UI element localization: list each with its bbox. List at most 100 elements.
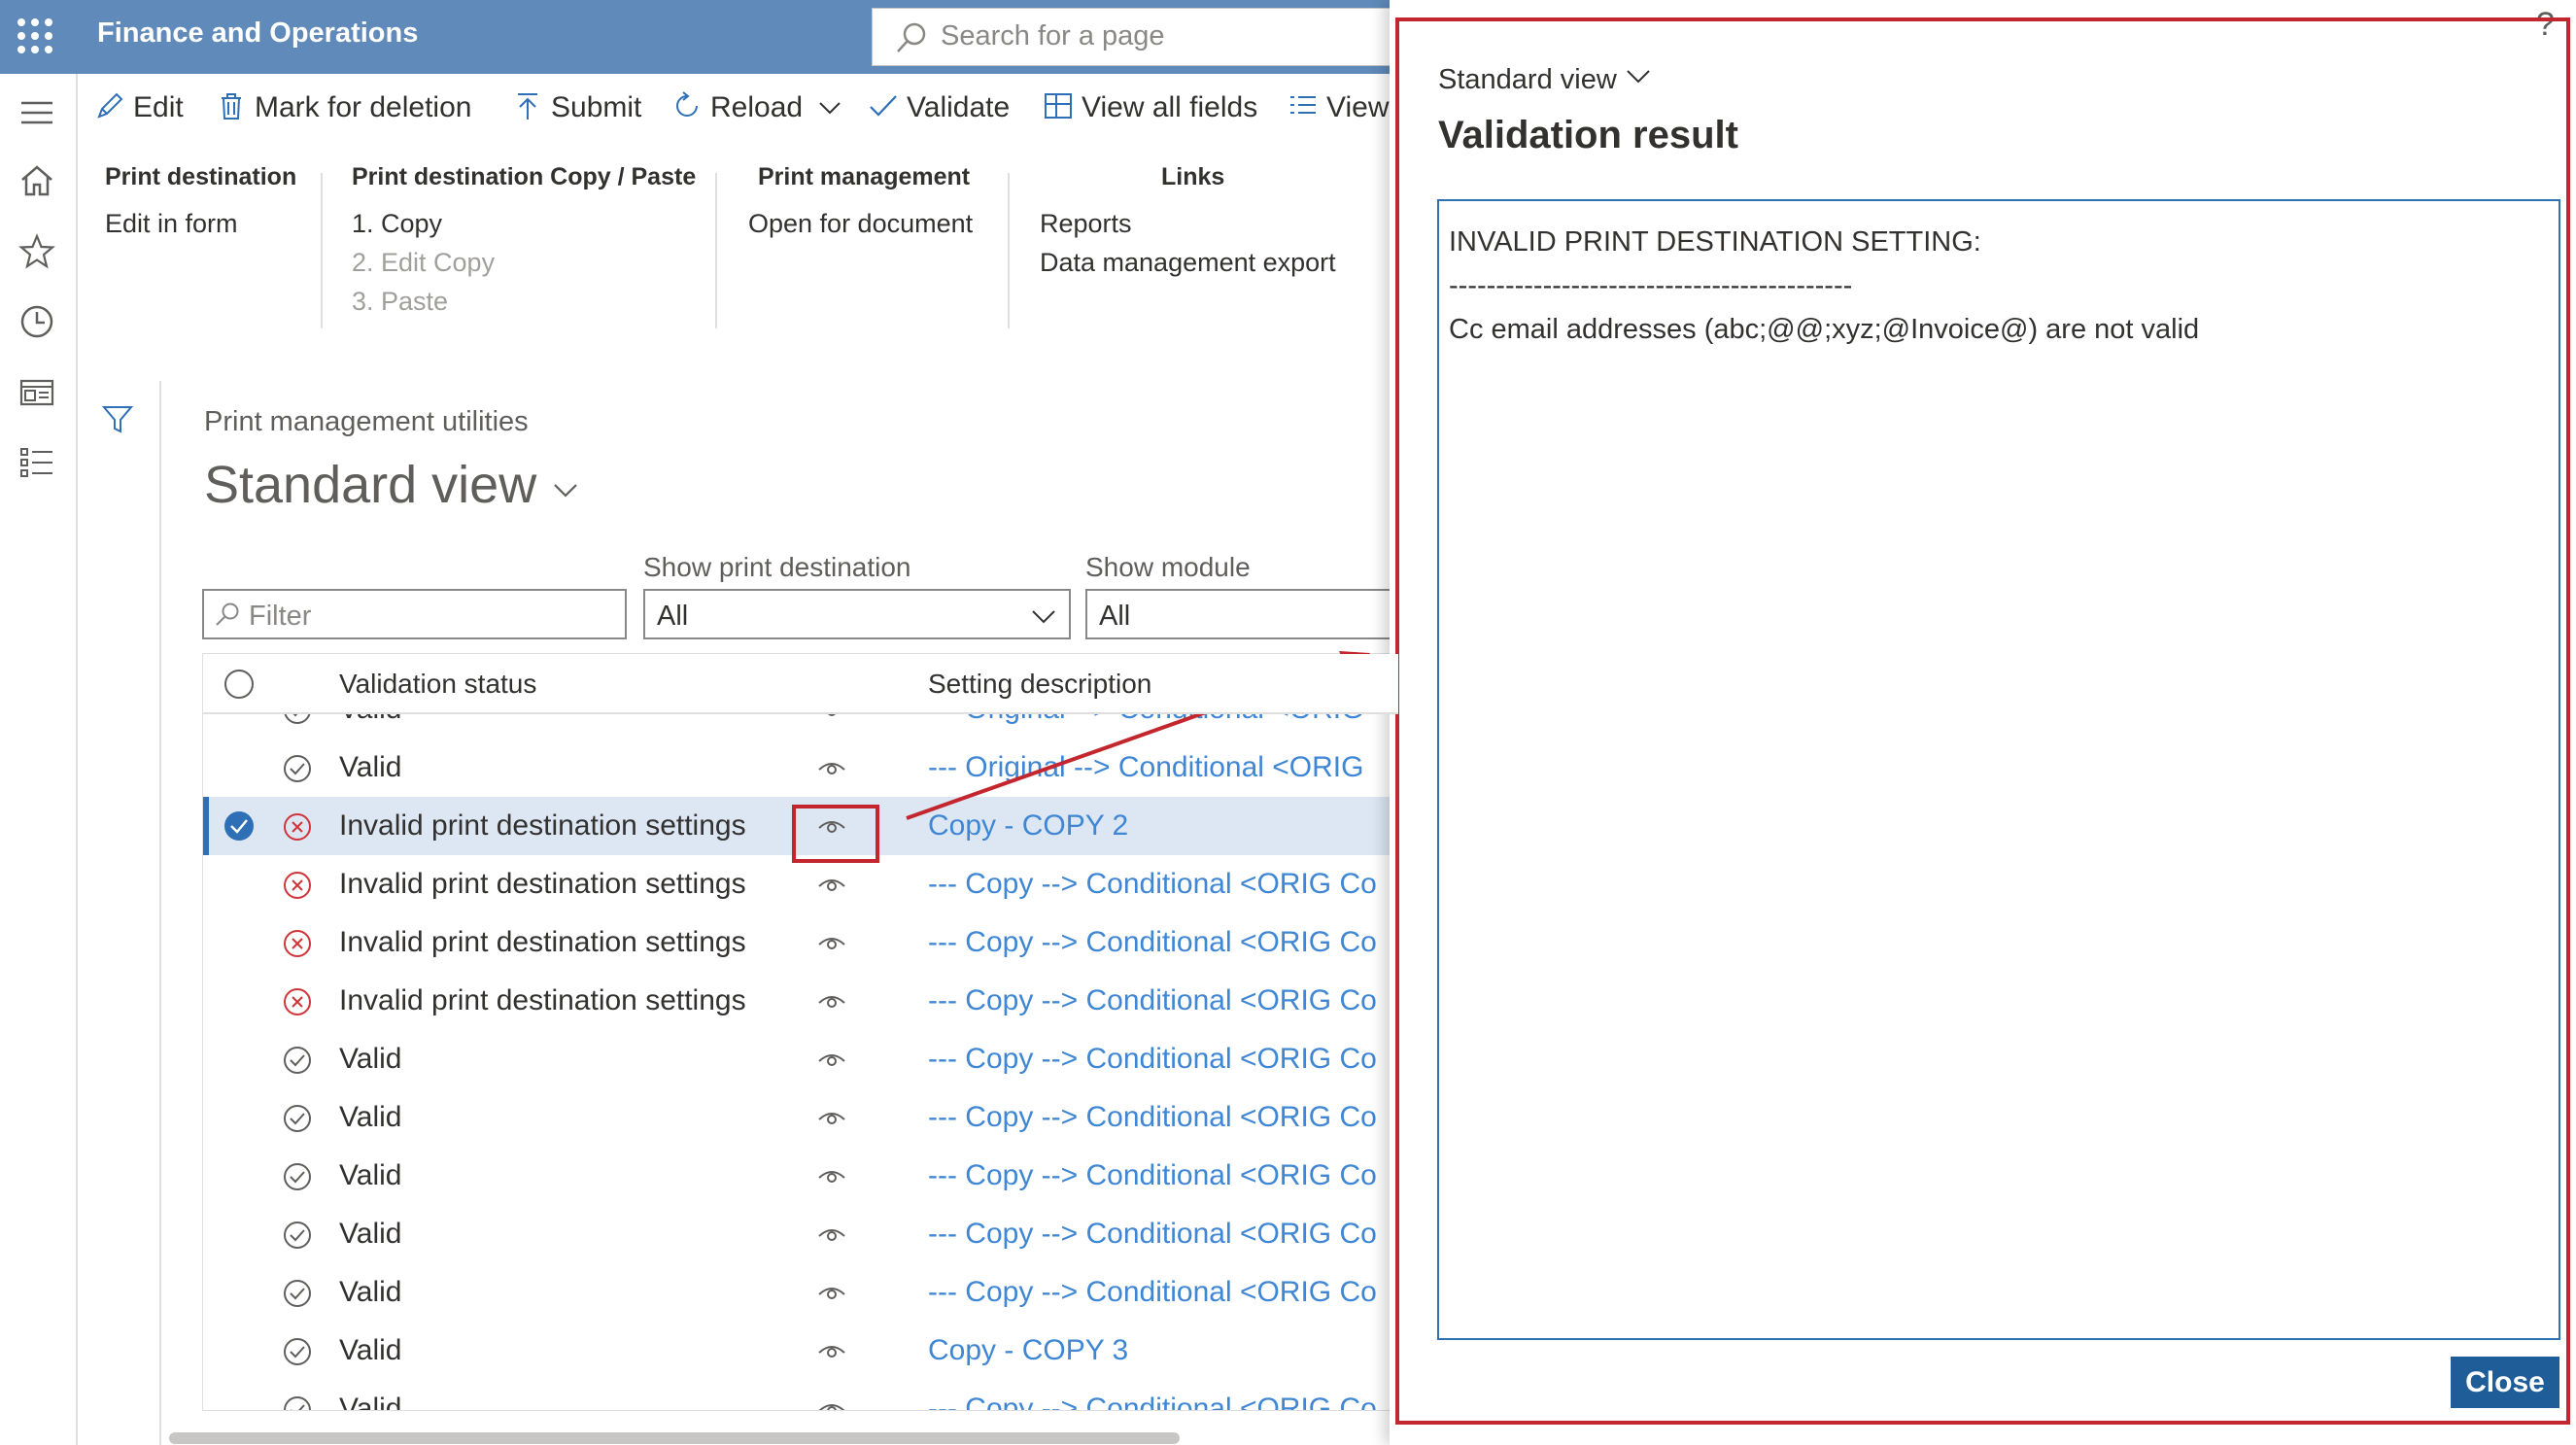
reload-button[interactable]: Reload — [671, 90, 843, 124]
validation-status: Valid — [339, 1218, 402, 1250]
select-all-radio[interactable] — [223, 668, 256, 701]
edit-in-form-link[interactable]: Edit in form — [105, 209, 238, 239]
table-row[interactable]: Invalid print destination settings --- Co… — [203, 972, 1398, 1030]
column-header-setting-description[interactable]: Setting description — [928, 669, 1151, 700]
filter-pane-strip — [78, 381, 161, 1445]
open-for-document-link[interactable]: Open for document — [748, 209, 973, 239]
eye-view-icon[interactable] — [817, 1224, 846, 1244]
group-header-links: Links — [1161, 163, 1225, 190]
hamburger-menu-icon[interactable] — [17, 93, 56, 132]
row-selected-check-icon[interactable] — [223, 809, 256, 843]
eye-view-icon[interactable] — [817, 758, 846, 777]
eye-view-icon[interactable] — [817, 991, 846, 1011]
copy-link[interactable]: 1. Copy — [352, 209, 442, 239]
data-management-export-link[interactable]: Data management export — [1040, 248, 1336, 278]
search-input[interactable]: Search for a page — [872, 8, 1396, 66]
valid-check-icon — [284, 1047, 311, 1074]
validate-button[interactable]: Validate — [868, 90, 1010, 124]
show-module-select[interactable]: All — [1085, 589, 1390, 639]
setting-description-link[interactable]: --- Copy --> Conditional <ORIG Co — [928, 984, 1377, 1017]
setting-description-link[interactable]: --- Copy --> Conditional <ORIG Co — [928, 868, 1377, 901]
horizontal-scrollbar[interactable] — [169, 1432, 1180, 1444]
invalid-error-icon — [284, 930, 311, 957]
setting-description-link[interactable]: --- Copy --> Conditional <ORIG Co — [928, 1159, 1377, 1192]
validation-status: Valid — [339, 1101, 402, 1133]
trash-icon — [222, 93, 241, 120]
modules-list-icon[interactable] — [17, 443, 56, 482]
paste-link[interactable]: 3. Paste — [352, 287, 448, 317]
eye-view-icon[interactable] — [817, 1108, 846, 1127]
table-row[interactable]: Valid --- Copy --> Conditional <ORIG Co — [203, 1147, 1398, 1205]
view-button[interactable]: View — [1288, 90, 1390, 124]
callout-highlight-box — [792, 805, 879, 863]
chevron-down-icon — [554, 484, 577, 498]
eye-view-icon[interactable] — [817, 1049, 846, 1069]
table-row[interactable]: Valid --- Copy --> Conditional <ORIG Co — [203, 1263, 1398, 1322]
setting-description-link[interactable]: --- Copy --> Conditional <ORIG Co — [928, 1043, 1377, 1076]
show-module-value: All — [1099, 601, 1131, 632]
show-print-destination-label: Show print destination — [643, 552, 911, 582]
eye-view-icon[interactable] — [817, 933, 846, 952]
chevron-down-icon[interactable] — [816, 94, 843, 121]
show-print-destination-select[interactable]: All — [643, 589, 1071, 639]
setting-description-link[interactable]: --- Copy --> Conditional <ORIG Co — [928, 1218, 1377, 1251]
eye-view-icon[interactable] — [817, 875, 846, 894]
group-divider — [715, 173, 717, 328]
app-launcher-icon[interactable] — [14, 15, 56, 57]
grid-filter-input[interactable]: Filter — [202, 589, 627, 639]
favorites-star-icon[interactable] — [17, 232, 56, 271]
table-row[interactable]: Valid Copy - COPY 3 — [203, 1322, 1398, 1380]
selection-bar — [203, 797, 209, 855]
group-header-copy-paste: Print destination Copy / Paste — [352, 163, 697, 190]
setting-description-link[interactable]: Copy - COPY 3 — [928, 1334, 1128, 1367]
reports-link[interactable]: Reports — [1040, 209, 1132, 239]
search-icon — [216, 602, 239, 626]
chevron-down-icon — [1032, 610, 1055, 624]
valid-check-icon — [284, 1163, 311, 1190]
group-header-print-destination: Print destination — [105, 163, 297, 190]
valid-check-icon — [284, 1280, 311, 1307]
table-row[interactable]: Valid --- Copy --> Conditional <ORIG Co — [203, 1088, 1398, 1147]
view-selector[interactable]: Standard view — [204, 455, 580, 515]
app-title[interactable]: Finance and Operations — [97, 17, 418, 50]
search-placeholder: Search for a page — [941, 20, 1165, 52]
eye-view-icon[interactable] — [817, 1166, 846, 1186]
invalid-error-icon — [284, 988, 311, 1015]
eye-view-icon[interactable] — [817, 1283, 846, 1302]
mark-for-deletion-button[interactable]: Mark for deletion — [216, 90, 471, 124]
edit-button[interactable]: Edit — [94, 90, 184, 124]
submit-button[interactable]: Submit — [512, 90, 641, 124]
home-icon[interactable] — [17, 161, 56, 200]
left-navigation — [0, 74, 78, 1445]
reload-label: Reload — [710, 91, 804, 123]
setting-description-link[interactable]: --- Copy --> Conditional <ORIG Co — [928, 1393, 1377, 1410]
validation-status: Valid — [339, 1159, 402, 1191]
setting-description-link[interactable]: --- Copy --> Conditional <ORIG Co — [928, 1276, 1377, 1309]
eye-view-icon[interactable] — [817, 1341, 846, 1360]
table-row[interactable]: Invalid print destination settings --- Co… — [203, 855, 1398, 913]
setting-description-link[interactable]: --- Copy --> Conditional <ORIG Co — [928, 926, 1377, 959]
pencil-icon — [97, 92, 123, 119]
validation-status: Valid — [339, 1276, 402, 1308]
filter-funnel-icon[interactable] — [101, 402, 134, 435]
show-print-destination-value: All — [657, 601, 689, 632]
valid-check-icon — [284, 1105, 311, 1132]
group-header-print-management: Print management — [758, 163, 971, 190]
table-row[interactable]: Valid --- Copy --> Conditional <ORIG Co — [203, 1380, 1398, 1411]
edit-copy-link[interactable]: 2. Edit Copy — [352, 248, 495, 278]
table-row[interactable]: Invalid print destination settings --- Co… — [203, 913, 1398, 972]
recent-clock-icon[interactable] — [17, 302, 56, 341]
filter-placeholder: Filter — [249, 601, 312, 632]
table-row[interactable]: Valid --- Copy --> Conditional <ORIG Co — [203, 1030, 1398, 1088]
view-all-fields-button[interactable]: View all fields — [1043, 90, 1257, 124]
eye-view-icon[interactable] — [817, 1399, 846, 1411]
validation-status: Invalid print destination settings — [339, 926, 746, 958]
setting-description-link[interactable]: --- Copy --> Conditional <ORIG Co — [928, 1101, 1377, 1134]
view-label: View — [1326, 91, 1390, 123]
checkmark-icon — [870, 95, 897, 117]
show-module-label: Show module — [1085, 552, 1251, 582]
table-row[interactable]: Valid --- Copy --> Conditional <ORIG Co — [203, 1205, 1398, 1263]
workspaces-icon[interactable] — [17, 373, 56, 412]
column-header-validation-status[interactable]: Validation status — [339, 669, 536, 700]
page-breadcrumb: Print management utilities — [204, 406, 529, 437]
